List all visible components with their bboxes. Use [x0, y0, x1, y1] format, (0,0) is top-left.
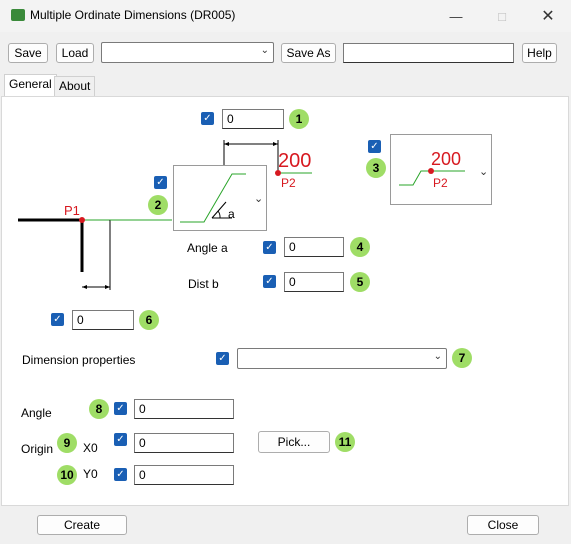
p1-label: P1 [64, 203, 80, 218]
dist-b-checkbox[interactable]: ✓ [263, 275, 276, 288]
style3-p2: P2 [433, 176, 448, 190]
marker-1: 1 [289, 109, 309, 129]
dim-props-checkbox[interactable]: ✓ [216, 352, 229, 365]
dist-b-label: Dist b [188, 277, 219, 291]
angle-a-checkbox[interactable]: ✓ [263, 241, 276, 254]
text-style-picker[interactable]: 200 P2 ⌄ [390, 134, 492, 205]
text-style-icon: 200 P2 ⌄ [399, 149, 488, 190]
field-1-input[interactable]: 0 [222, 109, 284, 129]
svg-text:⌄: ⌄ [254, 193, 263, 205]
marker-5: 5 [350, 272, 370, 292]
pick-button[interactable]: Pick... [258, 431, 330, 453]
leader-style-icon: a ⌄ [180, 173, 263, 223]
x0-checkbox[interactable]: ✓ [114, 433, 127, 446]
y0-input[interactable]: 0 [134, 465, 234, 485]
angle-a-glyph: a [228, 207, 235, 221]
x0-input[interactable]: 0 [134, 433, 234, 453]
marker-4: 4 [350, 237, 370, 257]
marker-10: 10 [57, 465, 77, 485]
dim-props-combo[interactable]: ⌄ [237, 348, 447, 369]
marker-2: 2 [148, 195, 168, 215]
marker-9: 9 [57, 433, 77, 453]
style3-value: 200 [431, 149, 461, 169]
marker-11: 11 [335, 432, 355, 452]
enable-6-checkbox[interactable]: ✓ [51, 313, 64, 326]
enable-2-checkbox[interactable]: ✓ [154, 176, 167, 189]
angle-checkbox[interactable]: ✓ [114, 402, 127, 415]
angle-input[interactable]: 0 [134, 399, 234, 419]
svg-text:⌄: ⌄ [479, 166, 488, 178]
marker-3: 3 [366, 158, 386, 178]
angle-a-input[interactable]: 0 [284, 237, 344, 257]
p2-label: P2 [281, 176, 296, 190]
y0-checkbox[interactable]: ✓ [114, 468, 127, 481]
dim-props-label: Dimension properties [22, 353, 136, 367]
dist-b-input[interactable]: 0 [284, 272, 344, 292]
origin-label: Origin [21, 442, 54, 456]
field-6-input[interactable]: 0 [72, 310, 134, 330]
angle-a-label: Angle a [187, 241, 228, 255]
y0-label: Y0 [83, 467, 98, 481]
angle-label: Angle [21, 406, 52, 420]
enable-3-checkbox[interactable]: ✓ [368, 140, 381, 153]
x0-label: X0 [83, 441, 98, 455]
marker-7: 7 [452, 348, 472, 368]
close-button[interactable]: Close [467, 515, 539, 535]
enable-1-checkbox[interactable]: ✓ [201, 112, 214, 125]
marker-8: 8 [89, 399, 109, 419]
dim-value-label: 200 [278, 150, 312, 172]
create-button[interactable]: Create [37, 515, 127, 535]
marker-6: 6 [139, 310, 159, 330]
chevron-down-icon: ⌄ [433, 351, 442, 362]
leader-style-picker[interactable]: a ⌄ [173, 165, 267, 231]
